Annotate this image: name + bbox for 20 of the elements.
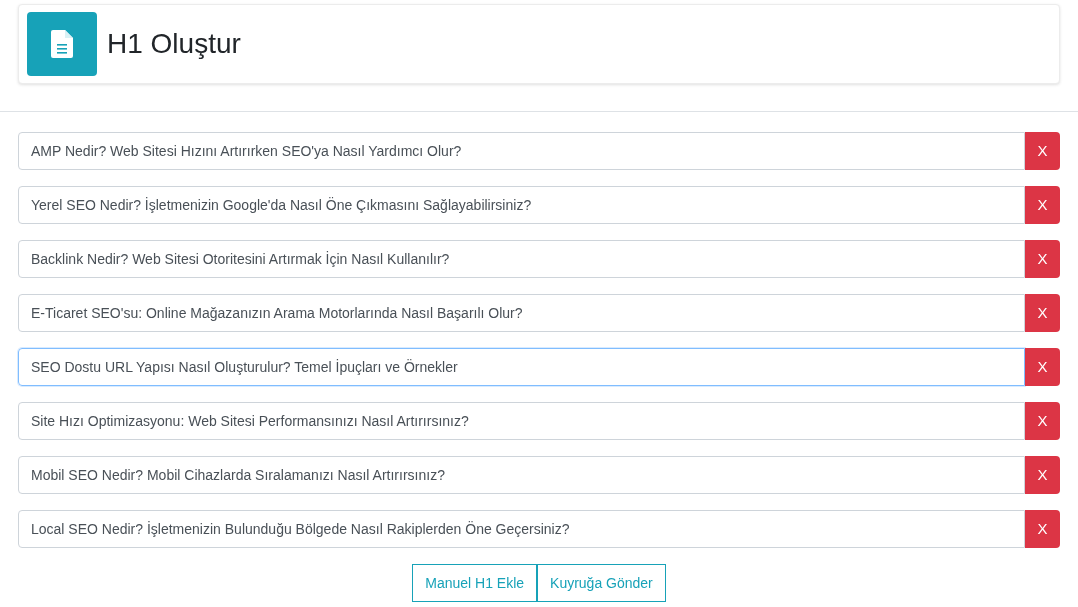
- remove-button[interactable]: X: [1025, 294, 1060, 332]
- remove-button[interactable]: X: [1025, 132, 1060, 170]
- heading-input[interactable]: AMP Nedir? Web Sitesi Hızını Artırırken SEO'ya Nasıl Yardımcı Olur?: [18, 132, 1025, 170]
- remove-button[interactable]: X: [1025, 510, 1060, 548]
- remove-button[interactable]: X: [1025, 240, 1060, 278]
- heading-input[interactable]: Local SEO Nedir? İşletmenizin Bulunduğu Bölgede Nasıl Rakiplerden Öne Geçersiniz?: [18, 510, 1025, 548]
- page-title: H1 Oluştur: [107, 27, 241, 61]
- heading-input[interactable]: Site Hızı Optimizasyonu: Web Sitesi Performansınızı Nasıl Artırırsınız?: [18, 402, 1025, 440]
- heading-input[interactable]: Mobil SEO Nedir? Mobil Cihazlarda Sıralamanızı Nasıl Artırırsınız?: [18, 456, 1025, 494]
- action-button[interactable]: Kuyruğa Gönder: [537, 564, 666, 602]
- action-button[interactable]: Manuel H1 Ekle: [412, 564, 538, 602]
- document-icon: [27, 12, 97, 76]
- heading-input[interactable]: Backlink Nedir? Web Sitesi Otoritesini Artırmak İçin Nasıl Kullanılır?: [18, 240, 1025, 278]
- remove-button[interactable]: X: [1025, 186, 1060, 224]
- heading-input[interactable]: Yerel SEO Nedir? İşletmenizin Google'da Nasıl Öne Çıkmasını Sağlayabilirsiniz?: [18, 186, 1025, 224]
- heading-input[interactable]: E-Ticaret SEO'su: Online Mağazanızın Arama Motorlarında Nasıl Başarılı Olur?: [18, 294, 1025, 332]
- remove-button[interactable]: X: [1025, 348, 1060, 386]
- remove-button[interactable]: X: [1025, 456, 1060, 494]
- remove-button[interactable]: X: [1025, 402, 1060, 440]
- heading-input[interactable]: SEO Dostu URL Yapısı Nasıl Oluşturulur? Temel İpuçları ve Örnekler: [18, 348, 1025, 386]
